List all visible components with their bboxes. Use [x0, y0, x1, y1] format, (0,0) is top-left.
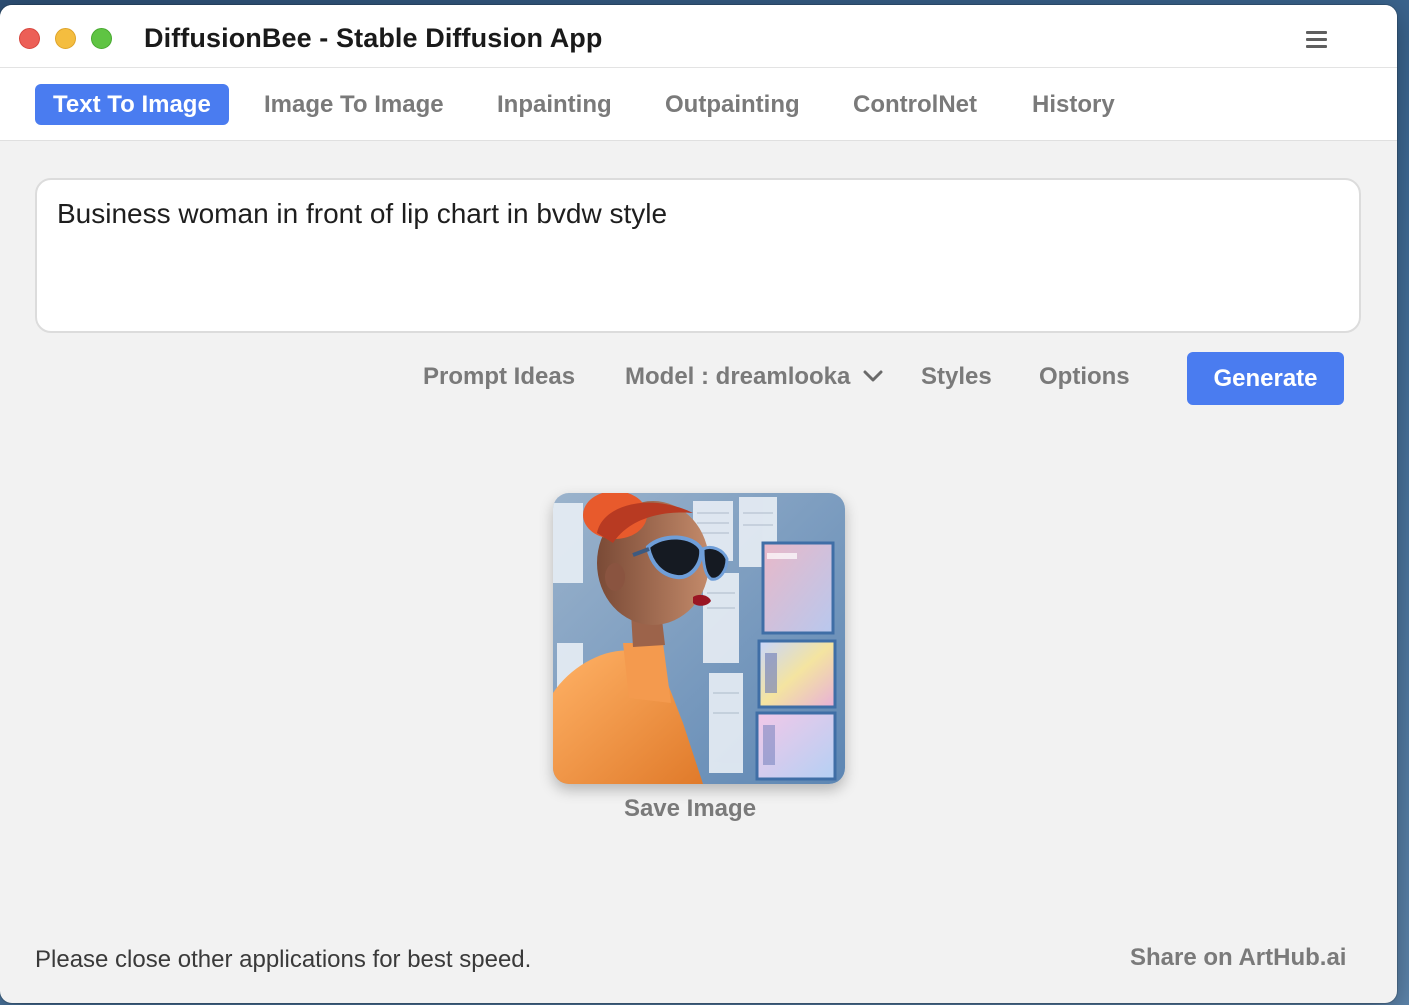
tab-outpainting[interactable]: Outpainting [665, 84, 800, 125]
model-dropdown-label: Model : dreamlooka [625, 363, 851, 390]
status-message: Please close other applications for best… [35, 946, 532, 973]
share-arthub-link[interactable]: Share on ArtHub.ai [1130, 944, 1346, 972]
tab-text-to-image[interactable]: Text To Image [35, 84, 229, 125]
window-title: DiffusionBee - Stable Diffusion App [144, 23, 603, 53]
app-window: DiffusionBee - Stable Diffusion App Text… [0, 5, 1397, 1003]
mode-tab-bar: Text To Image Image To Image Inpainting … [0, 68, 1397, 141]
chevron-down-icon [863, 370, 883, 382]
generated-image[interactable] [553, 493, 845, 784]
model-dropdown[interactable]: Model : dreamlooka [625, 363, 883, 391]
tab-inpainting[interactable]: Inpainting [497, 84, 612, 125]
prompt-ideas-button[interactable]: Prompt Ideas [423, 363, 575, 391]
generate-button[interactable]: Generate [1187, 352, 1344, 405]
title-bar: DiffusionBee - Stable Diffusion App [0, 5, 1397, 68]
styles-button[interactable]: Styles [921, 363, 992, 391]
hamburger-menu-icon[interactable] [1306, 31, 1327, 51]
minimize-window-button[interactable] [55, 28, 76, 49]
close-window-button[interactable] [19, 28, 40, 49]
maximize-window-button[interactable] [91, 28, 112, 49]
tab-controlnet[interactable]: ControlNet [853, 84, 977, 125]
tab-image-to-image[interactable]: Image To Image [264, 84, 444, 125]
tab-history[interactable]: History [1032, 84, 1115, 125]
prompt-input[interactable]: Business woman in front of lip chart in … [35, 178, 1361, 333]
save-image-button[interactable]: Save Image [553, 795, 827, 823]
options-button[interactable]: Options [1039, 363, 1130, 391]
